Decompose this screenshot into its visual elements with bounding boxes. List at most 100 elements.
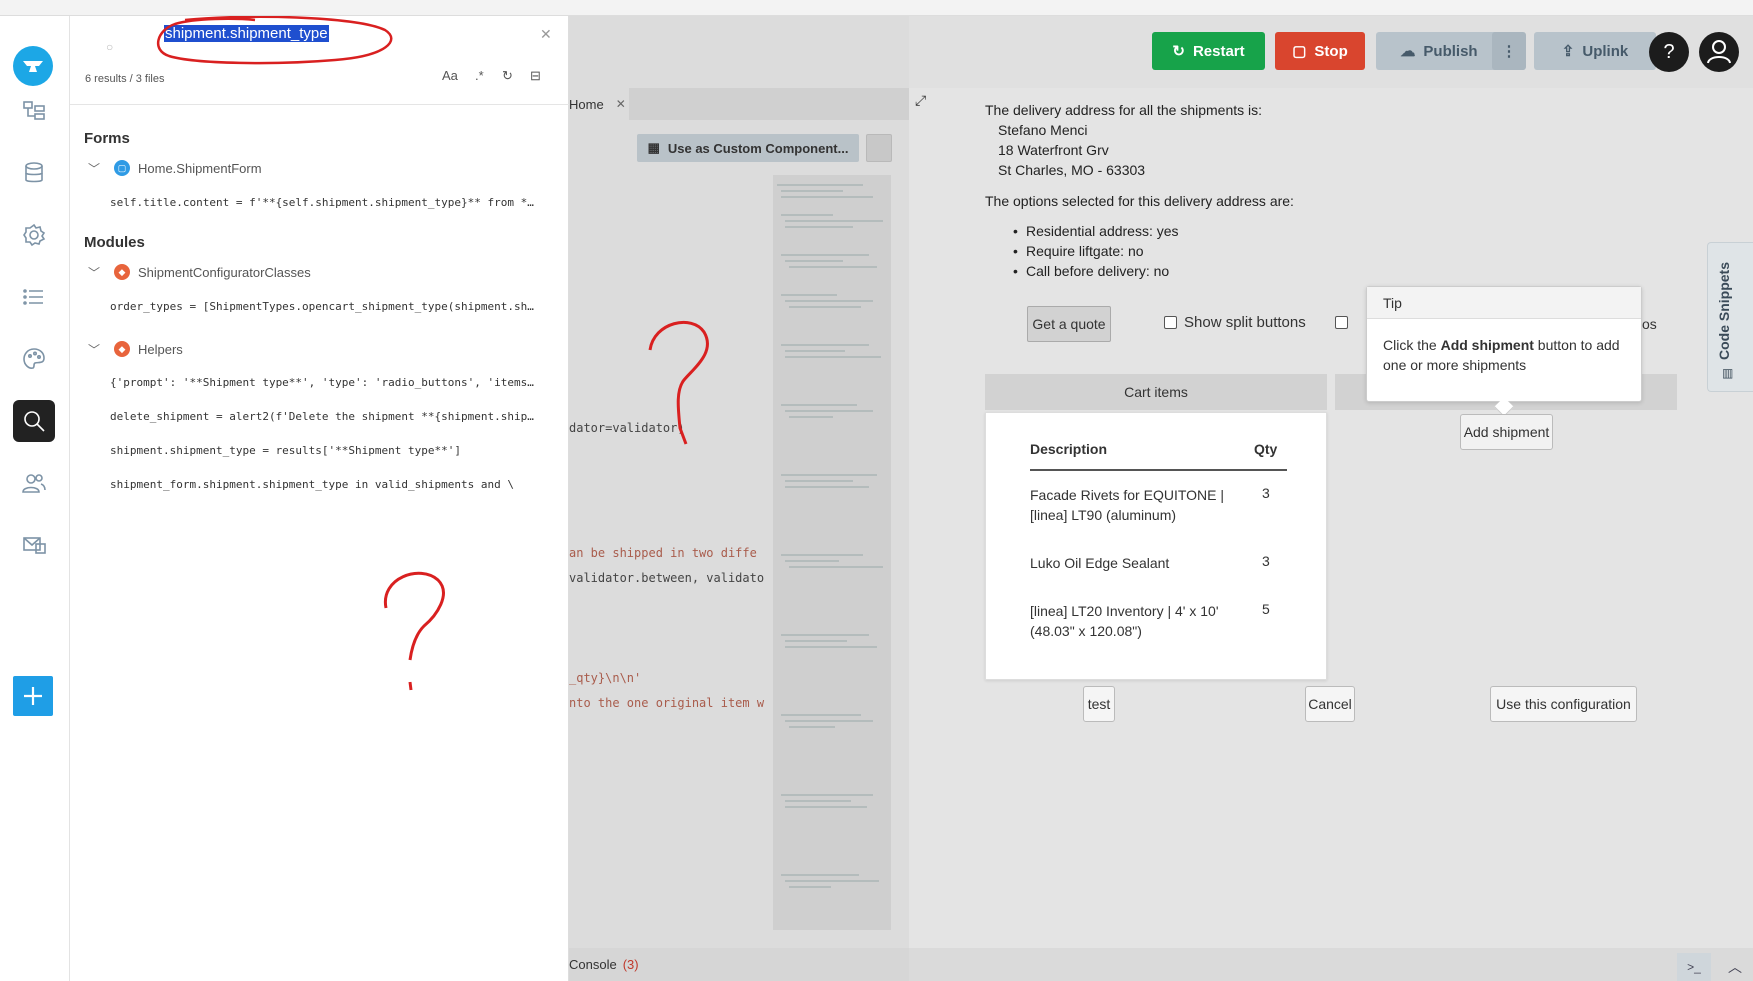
match-line[interactable]: {'prompt': '**Shipment type**', 'type': … xyxy=(110,376,540,389)
match-line[interactable]: shipment_form.shipment.shipment_type in … xyxy=(110,478,540,491)
button-label: Publish xyxy=(1423,42,1478,60)
database-icon[interactable] xyxy=(13,152,55,194)
cart-items-header: Cart items xyxy=(985,374,1327,410)
search-icon[interactable] xyxy=(13,400,55,442)
match-line[interactable]: order_types = [ShipmentTypes.opencart_sh… xyxy=(110,300,540,313)
kebab-menu-icon: ⋮ xyxy=(1501,43,1517,60)
file-name: ShipmentConfiguratorClasses xyxy=(138,264,311,280)
use-as-custom-component-button[interactable]: ▦ Use as Custom Component... xyxy=(637,134,859,162)
close-tab-icon[interactable]: ✕ xyxy=(616,97,626,111)
column-header-description: Description xyxy=(1030,441,1108,457)
match-line[interactable]: shipment.shipment_type = results['**Ship… xyxy=(110,444,540,457)
chevron-down-icon: ﹀ xyxy=(88,161,101,176)
code-snippets-label: Code Snippets xyxy=(1716,261,1732,360)
refresh-icon[interactable]: ↻ xyxy=(502,68,513,84)
minimap-lines xyxy=(777,184,883,888)
add-feature-icon[interactable] xyxy=(13,676,53,716)
obscured-label-tail: os xyxy=(1642,316,1657,332)
tab-label: Home xyxy=(569,96,604,112)
cart-item-qty: 3 xyxy=(1262,553,1270,569)
tip-text: Click the xyxy=(1383,337,1441,353)
publish-button[interactable]: ☁ Publish xyxy=(1376,32,1502,70)
file-result-helpers[interactable]: ﹀ ◆ Helpers xyxy=(88,339,183,359)
button-label: Uplink xyxy=(1582,42,1629,60)
list-icon[interactable] xyxy=(13,276,55,318)
address-intro: The delivery address for all the shipmen… xyxy=(985,102,1263,118)
cart-item-description: Luko Oil Edge Sealant xyxy=(1030,555,1170,571)
chevron-up-icon[interactable]: ︿ xyxy=(1720,953,1750,981)
form-file-icon: ▢ xyxy=(114,160,130,176)
layout-toggle-button[interactable] xyxy=(866,134,892,162)
button-label: Use as Custom Component... xyxy=(667,140,849,156)
clear-search-icon[interactable]: ✕ xyxy=(540,26,552,43)
code-fragment: validator.between, validato xyxy=(569,571,765,585)
palette-icon[interactable] xyxy=(13,338,55,380)
match-case-toggle[interactable]: Aa xyxy=(442,68,458,83)
help-button[interactable]: ? xyxy=(1649,32,1689,72)
expand-icon[interactable]: ⤢ xyxy=(915,92,926,109)
cart-item-qty: 5 xyxy=(1262,601,1270,617)
question-mark-annotation xyxy=(384,571,445,691)
stop-button[interactable]: ▢ Stop xyxy=(1275,32,1365,70)
address-line: St Charles, MO - 63303 xyxy=(998,162,1146,178)
tip-bold-text: Add shipment xyxy=(1440,337,1534,353)
test-button[interactable]: test xyxy=(1083,686,1115,722)
red-annotation-circle xyxy=(156,16,393,65)
anvil-logo-icon[interactable] xyxy=(13,46,53,86)
file-result-shipmentconfiguratorclasses[interactable]: ﹀ ◆ ShipmentConfiguratorClasses xyxy=(88,262,311,282)
use-this-configuration-button[interactable]: Use this configuration xyxy=(1490,686,1637,722)
restart-button[interactable]: ↻ Restart xyxy=(1152,32,1265,70)
email-icon[interactable] xyxy=(13,524,55,566)
tab-home[interactable]: Home ✕ xyxy=(569,88,629,120)
button-label: Stop xyxy=(1314,42,1348,60)
code-fragment: _qty}\n\n' xyxy=(569,671,642,685)
users-icon[interactable] xyxy=(13,462,55,504)
tip-popover: Tip Click the Add shipment button to add… xyxy=(1366,286,1642,402)
divider xyxy=(70,104,569,105)
settings-gear-icon[interactable] xyxy=(13,214,55,256)
cart-item-description: Facade Rivets for EQUITONE | [linea] LT9… xyxy=(1030,487,1224,523)
get-quote-button[interactable]: Get a quote xyxy=(1027,306,1111,342)
cart-item-description: [linea] LT20 Inventory | 4' x 10' (48.03… xyxy=(1030,603,1219,639)
code-minimap[interactable] xyxy=(773,175,891,930)
option-item: Call before delivery: no xyxy=(1013,263,1169,279)
stop-icon: ▢ xyxy=(1292,43,1307,60)
console-count-badge: (3) xyxy=(622,957,639,972)
show-split-label: Show split buttons xyxy=(1184,314,1306,331)
question-mark-annotation xyxy=(648,320,709,445)
bar-chart-icon: ▥ xyxy=(1722,366,1734,380)
collapse-all-icon[interactable]: ⊟ xyxy=(530,68,541,84)
cart-item-qty: 3 xyxy=(1262,485,1270,501)
tip-body: Click the Add shipment button to add one… xyxy=(1383,335,1631,375)
results-count: 6 results / 3 files xyxy=(85,73,165,85)
cart-items-card: Description Qty Facade Rivets for EQUITO… xyxy=(985,412,1327,680)
header-underline xyxy=(1030,469,1287,471)
left-rail xyxy=(0,16,70,981)
search-field-icon: ○ xyxy=(106,40,114,54)
match-line[interactable]: self.title.content = f'**{self.shipment.… xyxy=(110,196,540,209)
terminal-icon[interactable]: >_ xyxy=(1677,953,1711,981)
user-avatar-icon[interactable] xyxy=(1699,32,1739,72)
code-fragment: nto the one original item w xyxy=(569,696,765,710)
chevron-down-icon: ﹀ xyxy=(88,342,101,357)
console-bar[interactable]: Console (3) xyxy=(569,948,909,981)
file-result-home-shipmentform[interactable]: ﹀ ▢ Home.ShipmentForm xyxy=(88,158,262,178)
module-file-icon: ◆ xyxy=(114,264,130,280)
option-item: Require liftgate: no xyxy=(1013,243,1143,259)
publish-more-options-button[interactable]: ⋮ xyxy=(1492,32,1526,70)
section-title-modules: Modules xyxy=(84,234,145,251)
tip-title: Tip xyxy=(1367,287,1641,319)
options-intro: The options selected for this delivery a… xyxy=(985,193,1294,209)
add-shipment-button[interactable]: Add shipment xyxy=(1460,414,1553,450)
search-panel: ○ shipment.shipment_type ✕ 6 results / 3… xyxy=(70,16,569,981)
uplink-button[interactable]: ⇪ Uplink xyxy=(1534,32,1656,70)
checkbox[interactable] xyxy=(1335,316,1348,329)
restart-icon: ↻ xyxy=(1172,43,1185,60)
show-split-checkbox[interactable] xyxy=(1164,316,1177,329)
regex-toggle[interactable]: .* xyxy=(475,68,484,83)
cancel-button[interactable]: Cancel xyxy=(1305,686,1355,722)
app-browser-icon[interactable] xyxy=(13,90,55,132)
match-line[interactable]: delete_shipment = alert2(f'Delete the sh… xyxy=(110,410,540,423)
address-line: Stefano Menci xyxy=(998,122,1088,138)
option-item: Residential address: yes xyxy=(1013,223,1178,239)
